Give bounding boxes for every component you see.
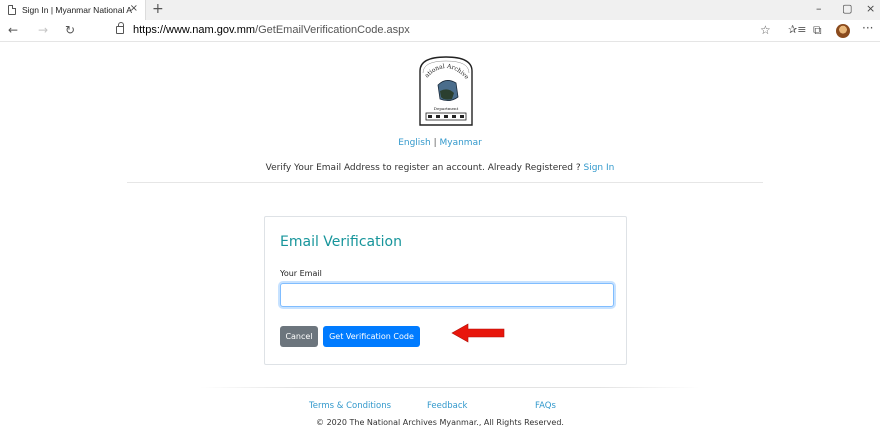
back-icon[interactable]: ← xyxy=(8,23,18,37)
email-verification-card: Email Verification Your Email Cancel Get… xyxy=(264,216,627,365)
refresh-icon[interactable]: ↻ xyxy=(65,23,75,37)
url-field[interactable]: https://www.nam.gov.mm/GetEmailVerificat… xyxy=(133,24,410,36)
tab-title: Sign In | Myanmar National Archi xyxy=(22,5,132,15)
email-input[interactable] xyxy=(280,283,614,307)
national-archives-logo: National Archives Department xyxy=(414,53,473,126)
maximize-icon[interactable]: ▢ xyxy=(842,2,852,15)
english-link[interactable]: English xyxy=(398,138,431,148)
language-separator: | xyxy=(433,138,437,148)
url-host: https://www.nam.gov.mm xyxy=(133,24,256,36)
terms-link[interactable]: Terms & Conditions xyxy=(309,401,391,411)
browser-tab-strip: Sign In | Myanmar National Archi × + – ▢… xyxy=(0,0,880,20)
close-window-icon[interactable]: × xyxy=(866,2,875,15)
favorite-star-icon[interactable]: ☆ xyxy=(760,23,771,37)
minimize-icon[interactable]: – xyxy=(816,2,822,15)
collections-icon[interactable]: ⧉ xyxy=(813,23,822,38)
footer-divider xyxy=(200,387,700,388)
language-switch: English | Myanmar xyxy=(0,138,880,148)
lock-icon[interactable] xyxy=(116,22,124,34)
cancel-button[interactable]: Cancel xyxy=(280,326,318,347)
feedback-link[interactable]: Feedback xyxy=(427,401,467,411)
favorites-list-icon[interactable]: ✰≡ xyxy=(788,23,806,36)
tab-close-icon[interactable]: × xyxy=(130,3,138,14)
card-title: Email Verification xyxy=(280,234,402,250)
myanmar-link[interactable]: Myanmar xyxy=(440,138,482,148)
forward-icon[interactable]: → xyxy=(38,23,48,37)
get-verification-code-button[interactable]: Get Verification Code xyxy=(323,326,420,347)
copyright-text: © 2020 The National Archives Myanmar., A… xyxy=(316,418,564,427)
footer-links: Terms & Conditions Feedback FAQs xyxy=(0,401,880,413)
sign-in-link[interactable]: Sign In xyxy=(583,163,614,173)
verify-text: Verify Your Email Address to register an… xyxy=(265,163,584,173)
new-tab-icon[interactable]: + xyxy=(152,1,164,17)
url-path: /GetEmailVerificationCode.aspx xyxy=(255,24,410,36)
red-arrow-annotation xyxy=(451,323,505,343)
address-bar-row: ← → ↻ https://www.nam.gov.mm/GetEmailVer… xyxy=(0,20,880,42)
divider xyxy=(127,182,763,183)
faqs-link[interactable]: FAQs xyxy=(535,401,556,411)
logo-department-text: Department xyxy=(434,106,459,111)
email-label: Your Email xyxy=(280,269,322,278)
verify-instructions: Verify Your Email Address to register an… xyxy=(0,163,880,173)
browser-tab[interactable]: Sign In | Myanmar National Archi × xyxy=(0,0,146,20)
more-icon[interactable]: ··· xyxy=(862,21,873,35)
page-icon xyxy=(8,5,16,15)
profile-avatar[interactable] xyxy=(836,24,850,38)
